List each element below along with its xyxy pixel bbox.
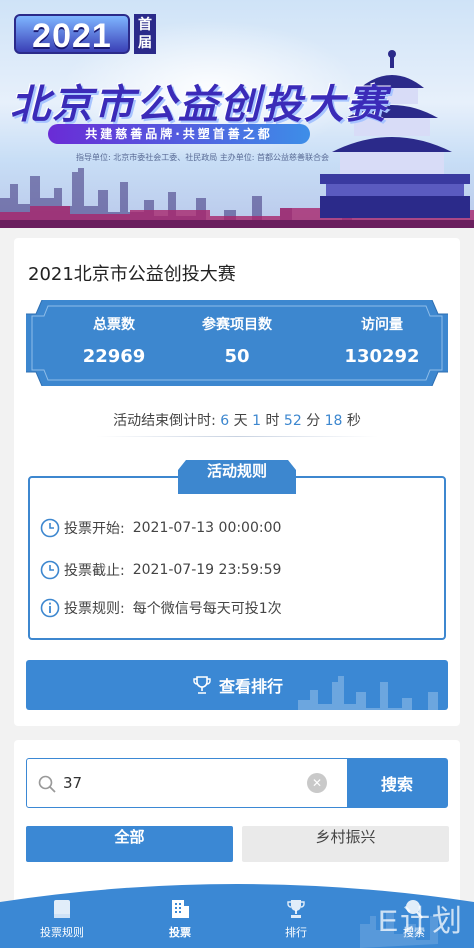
- countdown-minutes-unit: 分: [306, 413, 321, 429]
- view-ranking-button[interactable]: 查看排行: [26, 660, 448, 710]
- search-button[interactable]: 搜索: [347, 759, 447, 807]
- badge-first-edition: 首届: [134, 14, 156, 54]
- countdown-hours: 1: [252, 413, 261, 429]
- banner-organizer: 指导单位: 北京市委社会工委、社民政局 主办单位: 首都公益慈善联合会: [76, 153, 330, 162]
- countdown-underline: [96, 436, 378, 437]
- clock-icon: [40, 518, 60, 538]
- rules-tab-label: 活动规则: [206, 462, 267, 480]
- tab-label: 投票规则: [40, 926, 84, 939]
- stat-value: 22969: [82, 346, 146, 367]
- stats-panel: 总票数 22969 参赛项目数 50 访问量 130292: [26, 300, 448, 386]
- search-icon: [38, 775, 56, 793]
- clock-icon: [40, 560, 60, 580]
- skyline-decoration: [298, 676, 448, 710]
- banner-title: 北京市公益创投大赛: [10, 81, 388, 128]
- countdown-seconds: 18: [324, 413, 343, 429]
- watermark: E计划: [377, 905, 464, 938]
- countdown-days: 6: [220, 413, 230, 429]
- stat-value: 130292: [344, 346, 420, 367]
- countdown-hours-unit: 时: [265, 413, 280, 429]
- rule-end-value: 2021-07-19 23:59:59: [132, 562, 282, 578]
- event-title: 2021北京市公益创投大赛: [28, 264, 236, 285]
- stat-total-votes: 总票数 22969: [54, 314, 174, 367]
- tab-ranking[interactable]: 排行: [256, 898, 336, 940]
- stat-label: 访问量: [361, 317, 403, 333]
- category-all[interactable]: 全部: [26, 826, 233, 862]
- category-rural-revitalization[interactable]: 乡村振兴: [242, 826, 449, 862]
- countdown-seconds-unit: 秒: [346, 413, 361, 429]
- tab-vote-rules[interactable]: 投票规则: [22, 898, 102, 940]
- rule-end-label: 投票截止:: [64, 563, 125, 579]
- book-icon: [54, 900, 70, 918]
- stat-label: 总票数: [93, 317, 135, 333]
- building-icon: [172, 900, 189, 918]
- rule-start-value: 2021-07-13 00:00:00: [132, 520, 282, 536]
- rule-policy-label: 投票规则:: [64, 601, 125, 617]
- tab-label: 排行: [285, 926, 307, 939]
- info-icon: [40, 598, 60, 618]
- clear-icon[interactable]: ✕: [307, 773, 327, 793]
- countdown-days-unit: 天: [233, 413, 248, 429]
- rule-end-row: 投票截止: 2021-07-19 23:59:59: [40, 560, 281, 580]
- rules-tab: 活动规则: [178, 460, 296, 494]
- banner-slogan: 共建慈善品牌·共塑首善之都: [48, 124, 310, 144]
- badge-year: 2021: [14, 14, 130, 55]
- stat-project-count: 参赛项目数 50: [177, 314, 297, 367]
- view-ranking-label: 查看排行: [218, 677, 283, 696]
- event-card: 2021北京市公益创投大赛 总票数 22969 参赛项目数 50 访问量 130…: [14, 238, 460, 726]
- stat-label: 参赛项目数: [202, 317, 272, 333]
- countdown-timer: 活动结束倒计时: 6 天 1 时 52 分 18 秒: [14, 410, 460, 430]
- tab-label: 投票: [169, 926, 191, 939]
- countdown-label: 活动结束倒计时:: [113, 413, 216, 429]
- rule-start-row: 投票开始: 2021-07-13 00:00:00: [40, 518, 281, 538]
- rule-start-label: 投票开始:: [64, 521, 125, 537]
- countdown-minutes: 52: [283, 413, 302, 429]
- rule-policy-value: 每个微信号每天可投1次: [132, 601, 282, 617]
- trophy-icon: [287, 900, 305, 918]
- trophy-icon: [193, 676, 211, 694]
- header-banner: 2021 首届 北京市公益创投大赛 共建慈善品牌·共塑首善之都 指导单位: 北京…: [0, 0, 474, 228]
- rule-policy-row: 投票规则: 每个微信号每天可投1次: [40, 598, 282, 618]
- search-bar: ✕ 搜索: [26, 758, 448, 808]
- tab-vote[interactable]: 投票: [140, 898, 220, 940]
- stat-visits: 访问量 130292: [322, 314, 442, 367]
- stat-value: 50: [224, 346, 250, 367]
- search-input[interactable]: [63, 759, 303, 807]
